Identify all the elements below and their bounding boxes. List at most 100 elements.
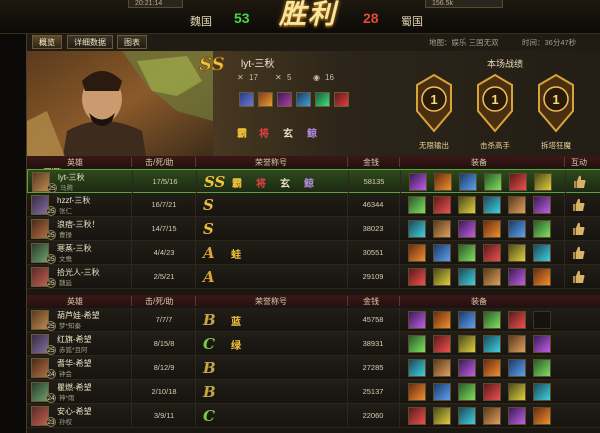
equipment-slot[interactable] [533,196,551,214]
equipment-slot[interactable] [533,220,551,238]
gold-value: 29109 [362,272,384,281]
cell-divider [348,170,349,194]
equipment-slot[interactable] [533,244,551,262]
equipment-slot[interactable] [458,196,476,214]
player-row[interactable]: 25 hzzf-三秋 张仁 16/7/21 S 46344 [27,193,600,217]
divider [195,296,196,306]
equipment-slot[interactable] [508,196,526,214]
equipment-slot[interactable] [534,173,552,191]
equipment-slot[interactable] [458,220,476,238]
equipment-slot[interactable] [533,268,551,286]
equipment-slot[interactable] [508,220,526,238]
equipment-slot[interactable] [483,335,501,353]
equipment-slot[interactable] [483,311,501,329]
equipment-slot[interactable] [508,311,526,329]
player-row[interactable]: 25 浪痞-三秋！ 曹操 14/7/15 S 38023 [27,217,600,241]
equipment-slot[interactable] [408,407,426,425]
equipment-slot[interactable] [458,359,476,377]
like-icon[interactable] [574,175,586,189]
equipment-slot[interactable] [459,173,477,191]
tab-details[interactable]: 详细数据 [67,35,113,49]
banner-item-4[interactable] [296,92,311,107]
gold-value: 46344 [362,200,384,209]
equipment-slot[interactable] [433,268,451,286]
tab-overview[interactable]: 概览 [32,35,62,49]
equipment-slot[interactable] [508,244,526,262]
equipment-slot[interactable] [408,311,426,329]
equipment-slot[interactable] [433,196,451,214]
equipment-slot[interactable] [408,244,426,262]
equipment-slot[interactable] [508,359,526,377]
like-icon[interactable] [573,246,585,260]
equipment-slot[interactable] [408,359,426,377]
banner-item-5[interactable] [315,92,330,107]
equipment-slot[interactable] [458,407,476,425]
gold-value: 38931 [362,339,384,348]
banner-item-2[interactable] [258,92,273,107]
equipment-slot[interactable] [433,335,451,353]
equipment-slot[interactable] [533,311,551,329]
gold-value: 58135 [363,177,385,186]
player-row[interactable]: 25 寒蒸-三秋 文鸯 4/4/23 A 蛙 30551 [27,241,600,265]
equipment-slot[interactable] [408,196,426,214]
kda-value: 3/9/11 [153,411,175,420]
player-row[interactable]: 25 红旗-希望 赤狐*且阿 8/15/8 C 绿 38931 [27,332,600,356]
equipment-slot[interactable] [484,173,502,191]
equipment-slot[interactable] [458,311,476,329]
equipment-slot[interactable] [433,244,451,262]
equipment-slot[interactable] [408,220,426,238]
death-count: 5 [287,73,292,82]
grade-badge: C [203,407,215,425]
equipment-slot[interactable] [433,359,451,377]
equipment-slot[interactable] [433,220,451,238]
equipment-slot[interactable] [458,244,476,262]
equipment-slot[interactable] [434,173,452,191]
banner-item-1[interactable] [239,92,254,107]
like-icon[interactable] [573,222,585,236]
award-1[interactable]: 1 无限输出 [411,73,457,153]
equipment-slot[interactable] [433,407,451,425]
tab-chart[interactable]: 图表 [117,35,147,49]
banner-item-3[interactable] [277,92,292,107]
equipment-slot[interactable] [433,383,451,401]
equipment-slot[interactable] [508,383,526,401]
equipment-slot[interactable] [483,196,501,214]
equipment-slot[interactable] [508,268,526,286]
like-icon[interactable] [573,198,585,212]
equipment-slot[interactable] [458,383,476,401]
cell-divider [399,193,400,217]
equipment-slot[interactable] [509,173,527,191]
equipment-slot[interactable] [458,335,476,353]
equipment-slot[interactable] [483,244,501,262]
equipment-slot[interactable] [483,268,501,286]
victory-title: 胜利 [279,0,337,30]
equipment-slot[interactable] [533,383,551,401]
like-icon[interactable] [573,270,585,284]
player-row[interactable]: 24 瞿燃-希望 神*雨 2/10/18 B 25137 [27,380,600,404]
equipment-slot[interactable] [408,335,426,353]
equipment-slot[interactable] [408,383,426,401]
equipment-slot[interactable] [533,359,551,377]
cell-divider [195,308,196,332]
equipment-slot[interactable] [483,383,501,401]
equipment-slot[interactable] [533,407,551,425]
player-row[interactable]: 25 葫芦娃-希望 梦*知秦 7/7/7 B 蓝 45758 [27,308,600,332]
equipment-slot[interactable] [408,268,426,286]
equipment-slot[interactable] [458,268,476,286]
equipment-slot[interactable] [508,335,526,353]
equipment-slot[interactable] [483,220,501,238]
equipment-slot[interactable] [409,173,427,191]
honor-1: 霸 [237,129,247,140]
player-row[interactable]: 25 拾光人-三秋 魏延 2/5/21 A 29109 [27,265,600,289]
equipment-slot[interactable] [433,311,451,329]
player-row[interactable]: 25 lyt-三秋 马腾 17/5/16 SS 霸将玄鲸 58135 [27,169,600,194]
equipment-slot[interactable] [508,407,526,425]
award-3[interactable]: 1 拆塔狂魔 [533,73,579,153]
player-row[interactable]: 23 安心-希望 孙权 3/9/11 C 22060 [27,404,600,428]
equipment-slot[interactable] [483,407,501,425]
player-row[interactable]: 24 耆华-希望 钟会 8/12/9 B 27285 [27,356,600,380]
equipment-slot[interactable] [483,359,501,377]
equipment-slot[interactable] [533,335,551,353]
banner-item-6[interactable] [334,92,349,107]
award-2[interactable]: 1 击杀高手 [472,73,518,153]
